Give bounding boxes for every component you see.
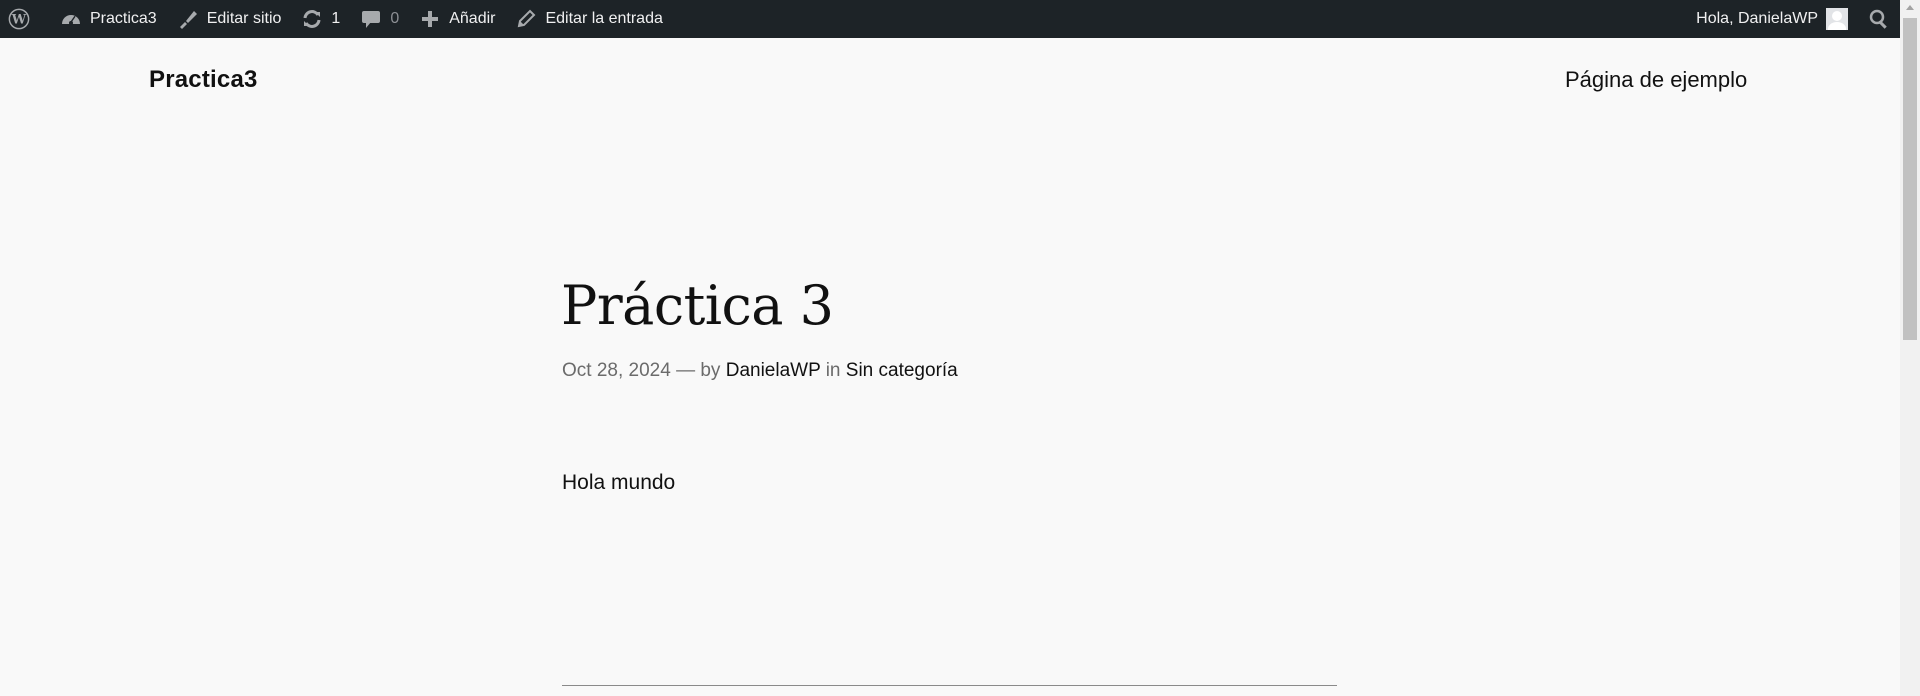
pencil-icon <box>515 8 537 30</box>
edit-site-link[interactable]: Editar sitio <box>167 0 292 38</box>
post-by-prefix: — by <box>676 360 721 381</box>
post-content: Hola mundo <box>562 471 676 494</box>
search-toggle[interactable] <box>1858 0 1900 38</box>
greeting-label: Hola, DanielaWP <box>1696 10 1818 27</box>
post-meta: Oct 28, 2024 — by DanielaWP in Sin categ… <box>562 360 958 382</box>
refresh-icon <box>301 8 323 30</box>
site-name-menu[interactable]: Practica3 <box>50 0 167 38</box>
site-title[interactable]: Practica3 <box>149 66 258 94</box>
post-title: Práctica 3 <box>561 274 834 337</box>
admin-bar: W Practica3 Editar sitio 1 0 Añadir Edit… <box>0 0 1900 38</box>
comments-count: 0 <box>390 10 400 27</box>
my-account-menu[interactable]: Hola, DanielaWP <box>1686 0 1858 38</box>
svg-text:W: W <box>11 13 27 28</box>
content-separator <box>562 685 1337 686</box>
post-date[interactable]: Oct 28, 2024 <box>562 360 671 381</box>
wordpress-menu[interactable]: W <box>0 0 50 38</box>
updates-count: 1 <box>331 10 341 27</box>
dashboard-gauge-icon <box>60 8 82 30</box>
post-in-word: in <box>825 360 841 381</box>
speech-bubble-icon <box>360 8 382 30</box>
scroll-up-arrow-icon[interactable] <box>1900 0 1920 14</box>
edit-site-label: Editar sitio <box>206 10 282 27</box>
add-new-menu[interactable]: Añadir <box>409 0 505 38</box>
edit-post-link[interactable]: Editar la entrada <box>505 0 672 38</box>
post-category-link[interactable]: Sin categoría <box>846 360 958 381</box>
plus-icon <box>419 8 441 30</box>
updates-link[interactable]: 1 <box>291 0 350 38</box>
avatar <box>1826 8 1848 30</box>
page-scrollbar[interactable] <box>1900 0 1920 696</box>
comments-link[interactable]: 0 <box>350 0 409 38</box>
site-name-label: Practica3 <box>90 10 157 27</box>
edit-post-label: Editar la entrada <box>545 10 663 27</box>
post-author-link[interactable]: DanielaWP <box>726 360 821 381</box>
search-icon <box>1868 8 1890 30</box>
scroll-thumb[interactable] <box>1903 18 1917 340</box>
add-new-label: Añadir <box>449 10 496 27</box>
nav-item-sample-page[interactable]: Página de ejemplo <box>1565 67 1747 93</box>
wordpress-logo-icon: W <box>8 8 30 30</box>
paint-brush-icon <box>177 8 199 30</box>
